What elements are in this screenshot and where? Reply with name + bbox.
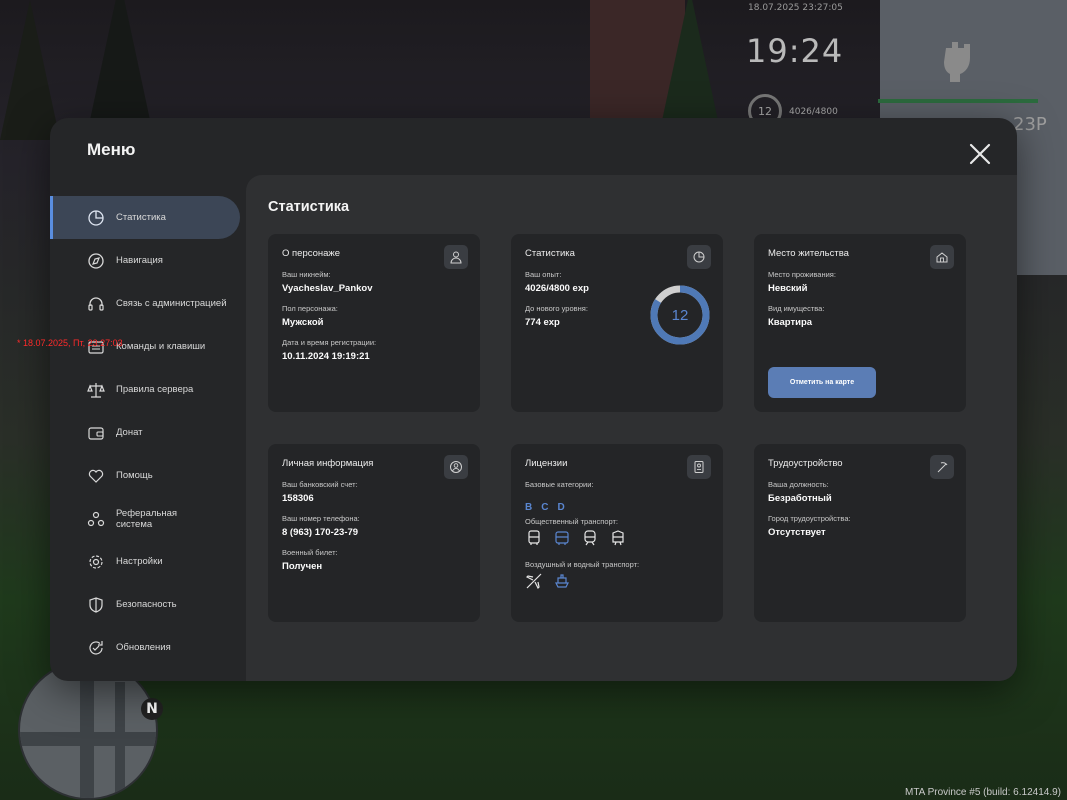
content-panel: Статистика О персонаже Ваш никнейм: Vyac… bbox=[246, 175, 1017, 681]
employment-city-field: Город трудоустройства: Отсутствует bbox=[768, 514, 851, 538]
sidebar-item-contact-admin[interactable]: Связь с администрацией bbox=[50, 282, 246, 325]
bus-icon bbox=[525, 529, 543, 547]
card-character: О персонаже Ваш никнейм: Vyacheslav_Pank… bbox=[268, 234, 480, 412]
background-tree bbox=[660, 0, 720, 130]
sidebar-item-label: Донат bbox=[116, 427, 143, 438]
registration-field: Дата и время регистрации: 10.11.2024 19:… bbox=[282, 338, 377, 362]
scales-icon bbox=[87, 381, 105, 399]
sidebar-item-security[interactable]: Безопасность bbox=[50, 583, 246, 626]
wallet-icon bbox=[87, 424, 105, 442]
level-number: 12 bbox=[672, 307, 689, 324]
bank-account-field: Ваш банковский счет: 158306 bbox=[282, 480, 358, 504]
plane-icon bbox=[525, 572, 543, 590]
sidebar-item-label: Команды и клавиши bbox=[116, 341, 206, 352]
sidebar-item-label: Безопасность bbox=[116, 599, 177, 610]
bus-front-icon bbox=[553, 529, 571, 547]
sidebar-item-settings[interactable]: Настройки bbox=[50, 540, 246, 583]
close-button[interactable] bbox=[968, 142, 992, 166]
card-title: Место жительства bbox=[768, 248, 849, 259]
refresh-icon bbox=[87, 639, 105, 657]
ship-icon bbox=[553, 572, 571, 590]
mark-on-map-button[interactable]: Отметить на карте bbox=[768, 367, 876, 398]
nickname-field: Ваш никнейм: Vyacheslav_Pankov bbox=[282, 270, 373, 294]
sidebar-item-label: Правила сервера bbox=[116, 384, 194, 395]
sidebar-item-help[interactable]: Помощь bbox=[50, 454, 246, 497]
position-field: Ваша должность: Безработный bbox=[768, 480, 832, 504]
minimap bbox=[18, 660, 158, 800]
heart-hand-icon bbox=[87, 467, 105, 485]
phone-field: Ваш номер телефона: 8 (963) 170-23-79 bbox=[282, 514, 360, 538]
residence-field: Место проживания: Невский bbox=[768, 270, 836, 294]
base-categories-label: Базовые категории: bbox=[525, 480, 594, 489]
card-title: О персонаже bbox=[282, 248, 341, 259]
sidebar-item-label: Помощь bbox=[116, 470, 153, 481]
card-residence: Место жительства Место проживания: Невск… bbox=[754, 234, 966, 412]
minimap-north-marker: N bbox=[141, 698, 163, 720]
compass-icon bbox=[87, 252, 105, 270]
headset-icon bbox=[87, 295, 105, 313]
military-id-field: Военный билет: Получен bbox=[282, 548, 338, 572]
gender-field: Пол персонажа: Мужской bbox=[282, 304, 338, 328]
license-categories: BCD bbox=[525, 502, 574, 513]
card-title: Личная информация bbox=[282, 458, 374, 469]
sidebar-item-label: Реферальная система bbox=[116, 507, 178, 530]
background-tree bbox=[0, 0, 60, 140]
pickaxe-icon bbox=[930, 455, 954, 479]
hud-clock: 19:24 bbox=[746, 32, 844, 70]
card-title: Трудоустройство bbox=[768, 458, 843, 469]
close-icon bbox=[969, 143, 991, 165]
menu-window: Меню Статистика Навигация Связь с админи… bbox=[50, 118, 1017, 681]
people-icon bbox=[87, 510, 105, 528]
hud-health-bar bbox=[878, 99, 1038, 103]
debug-timestamp: * 18.07.2025, Пт, 23:27:03 bbox=[17, 338, 123, 348]
card-employment: Трудоустройство Ваша должность: Безработ… bbox=[754, 444, 966, 622]
sidebar-item-label: Настройки bbox=[116, 556, 163, 567]
sidebar-item-label: Обновления bbox=[116, 642, 171, 653]
next-level-field: До нового уровня: 774 exp bbox=[525, 304, 588, 328]
hud-date: 18.07.2025 23:27:05 bbox=[748, 3, 843, 13]
sidebar-item-statistics[interactable]: Статистика bbox=[50, 196, 240, 239]
fist-icon bbox=[938, 38, 978, 82]
pie-chart-icon bbox=[687, 245, 711, 269]
card-personal: Личная информация Ваш банковский счет: 1… bbox=[268, 444, 480, 622]
tram-icon bbox=[609, 529, 627, 547]
background-tree bbox=[90, 0, 150, 120]
sidebar-item-referral[interactable]: Реферальная система bbox=[50, 497, 246, 540]
gear-icon bbox=[87, 553, 105, 571]
build-info: MTA Province #5 (build: 6.12414.9) bbox=[904, 787, 1061, 798]
card-title: Лицензии bbox=[525, 458, 568, 469]
public-transport-label: Общественный транспорт: bbox=[525, 517, 619, 526]
id-card-icon bbox=[687, 455, 711, 479]
air-water-transport-label: Воздушный и водный транспорт: bbox=[525, 560, 640, 569]
shield-icon bbox=[87, 596, 105, 614]
train-icon bbox=[581, 529, 599, 547]
sidebar-item-label: Связь с администрацией bbox=[116, 298, 227, 309]
pie-chart-icon bbox=[87, 209, 105, 227]
card-title: Статистика bbox=[525, 248, 575, 259]
sidebar-item-navigation[interactable]: Навигация bbox=[50, 239, 246, 282]
sidebar-item-label: Навигация bbox=[116, 255, 163, 266]
level-progress-ring: 12 bbox=[650, 285, 710, 345]
sidebar-item-rules[interactable]: Правила сервера bbox=[50, 368, 246, 411]
public-transport-icons bbox=[525, 529, 627, 547]
menu-title: Меню bbox=[87, 140, 136, 159]
sidebar: Статистика Навигация Связь с администрац… bbox=[50, 196, 246, 669]
hud-money: 23P bbox=[1013, 114, 1047, 135]
user-circle-icon bbox=[444, 455, 468, 479]
experience-field: Ваш опыт: 4026/4800 exp bbox=[525, 270, 589, 294]
hud-exp: 4026/4800 bbox=[789, 107, 838, 117]
property-field: Вид имущества: Квартира bbox=[768, 304, 825, 328]
sidebar-item-updates[interactable]: Обновления bbox=[50, 626, 246, 669]
sidebar-item-label: Статистика bbox=[116, 212, 166, 223]
card-stats: Статистика Ваш опыт: 4026/4800 exp До но… bbox=[511, 234, 723, 412]
card-licenses: Лицензии Базовые категории: BCD Обществе… bbox=[511, 444, 723, 622]
air-water-transport-icons bbox=[525, 572, 571, 590]
page-title: Статистика bbox=[268, 199, 350, 215]
user-icon bbox=[444, 245, 468, 269]
sidebar-item-donate[interactable]: Донат bbox=[50, 411, 246, 454]
home-icon bbox=[930, 245, 954, 269]
